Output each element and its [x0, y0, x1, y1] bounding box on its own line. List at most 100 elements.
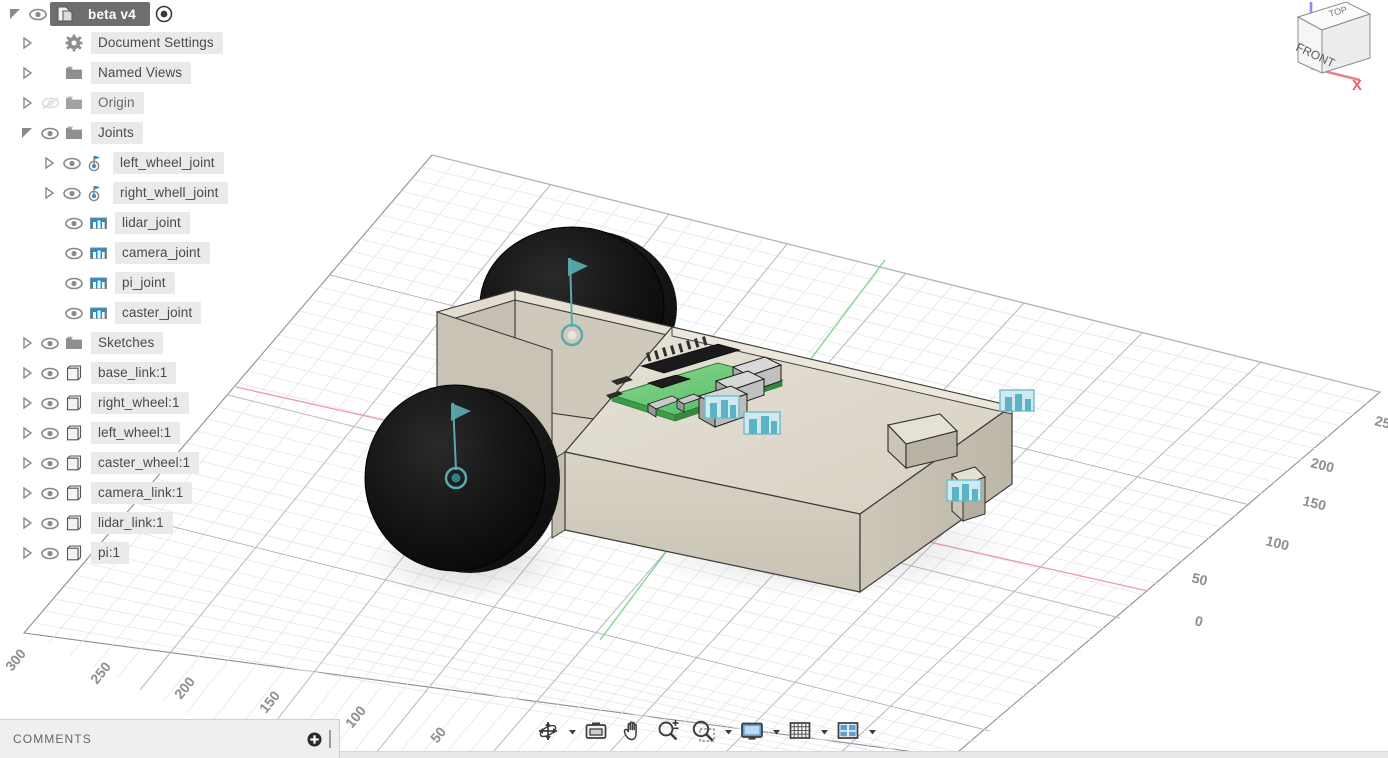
navigation-toolbar[interactable] — [530, 714, 878, 748]
tree-item-lidar-link[interactable]: lidar_link:1 — [0, 508, 300, 538]
chevron-right-icon[interactable] — [18, 514, 36, 532]
comments-bar[interactable]: COMMENTS — [0, 719, 340, 758]
tree-item-right-wheel-joint[interactable]: right_whell_joint — [0, 178, 300, 208]
grid-label-right-4: 50 — [1190, 569, 1209, 588]
comments-resize-handle[interactable] — [329, 730, 331, 748]
display-settings-dropdown-caret-icon[interactable] — [770, 716, 782, 746]
tree-item-label: lidar_link:1 — [91, 512, 173, 534]
tree-item-left-wheel-joint[interactable]: left_wheel_joint — [0, 148, 300, 178]
look-at-icon[interactable] — [578, 716, 614, 746]
orbit-icon[interactable] — [530, 716, 566, 746]
chevron-right-icon[interactable] — [18, 544, 36, 562]
tree-item-label: right_wheel:1 — [91, 392, 189, 414]
browser-tree-panel[interactable]: beta v4 Document Settings Named Views Or… — [0, 0, 300, 600]
component-icon — [62, 513, 86, 533]
chevron-right-icon[interactable] — [18, 454, 36, 472]
grid-icon[interactable] — [782, 716, 818, 746]
eye-icon[interactable] — [62, 214, 86, 232]
eye-icon[interactable] — [38, 514, 62, 532]
fusion360-window: 250 200 150 100 50 0 300 250 200 150 100… — [0, 0, 1388, 758]
tree-item-label: camera_joint — [115, 242, 210, 264]
tree-item-named-views[interactable]: Named Views — [0, 58, 300, 88]
chevron-right-icon[interactable] — [18, 364, 36, 382]
eye-icon[interactable] — [26, 5, 50, 23]
chevron-right-icon[interactable] — [18, 484, 36, 502]
expand-arrow-icon[interactable] — [6, 5, 24, 23]
grid-label-bottom-0: 300 — [2, 645, 29, 673]
chevron-right-icon[interactable] — [18, 94, 36, 112]
tree-item-base-link[interactable]: base_link:1 — [0, 358, 300, 388]
folder-icon — [62, 93, 86, 113]
grid-label-right-5: 0 — [1193, 612, 1205, 629]
eye-icon[interactable] — [62, 274, 86, 292]
tree-item-caster-wheel[interactable]: caster_wheel:1 — [0, 448, 300, 478]
eye-icon[interactable] — [60, 184, 84, 202]
eye-icon[interactable] — [38, 484, 62, 502]
orbit-dropdown-caret-icon[interactable] — [566, 716, 578, 746]
eye-icon[interactable] — [38, 454, 62, 472]
spacer-icon — [38, 34, 62, 52]
tree-item-lidar-joint[interactable]: lidar_joint — [0, 208, 300, 238]
pan-hand-icon[interactable] — [614, 716, 650, 746]
tree-item-left-wheel[interactable]: left_wheel:1 — [0, 418, 300, 448]
chevron-right-icon[interactable] — [18, 34, 36, 52]
tree-item-caster-joint[interactable]: caster_joint — [0, 298, 300, 328]
eye-icon[interactable] — [38, 544, 62, 562]
tree-item-sketches[interactable]: Sketches — [0, 328, 300, 358]
eye-icon[interactable] — [60, 154, 84, 172]
zoom-window-dropdown-caret-icon[interactable] — [722, 716, 734, 746]
eye-icon[interactable] — [38, 394, 62, 412]
tree-item-label: Joints — [91, 122, 143, 144]
chevron-right-icon[interactable] — [18, 64, 36, 82]
chevron-right-icon[interactable] — [40, 184, 58, 202]
zoom-window-icon[interactable] — [686, 716, 722, 746]
tree-item-label: pi_joint — [115, 272, 175, 294]
eye-icon[interactable] — [38, 124, 62, 142]
zoom-icon[interactable] — [650, 716, 686, 746]
chevron-right-icon[interactable] — [18, 394, 36, 412]
joint-marker-camera[interactable] — [946, 479, 982, 502]
grid-label-right-1: 200 — [1309, 454, 1336, 475]
folder-icon — [62, 63, 86, 83]
tree-item-pi[interactable]: pi:1 — [0, 538, 300, 568]
grid-label-bottom-3: 150 — [256, 687, 283, 715]
component-icon — [62, 393, 86, 413]
tree-item-joints[interactable]: Joints — [0, 118, 300, 148]
viewport-layout-icon[interactable] — [830, 716, 866, 746]
eye-hidden-icon[interactable] — [38, 94, 62, 112]
joint-marker-pi[interactable] — [704, 395, 740, 419]
rigid-joint-icon — [86, 303, 110, 323]
tree-item-pi-joint[interactable]: pi_joint — [0, 268, 300, 298]
tree-item-label: lidar_joint — [115, 212, 190, 234]
grid-label-right-2: 150 — [1301, 492, 1328, 513]
chevron-right-icon[interactable] — [18, 424, 36, 442]
eye-icon[interactable] — [38, 364, 62, 382]
eye-icon[interactable] — [38, 334, 62, 352]
chevron-right-icon[interactable] — [40, 154, 58, 172]
display-monitor-icon[interactable] — [734, 716, 770, 746]
joint-marker-lidar[interactable] — [999, 389, 1035, 412]
grid-label-right-0: 250 — [1373, 412, 1388, 433]
eye-icon[interactable] — [38, 424, 62, 442]
eye-icon[interactable] — [62, 244, 86, 262]
joint-marker-pi-secondary[interactable] — [743, 411, 781, 435]
chevron-right-icon[interactable] — [18, 334, 36, 352]
revolute-joint-icon — [84, 183, 108, 203]
expand-arrow-icon[interactable] — [18, 124, 36, 142]
view-cube[interactable]: TOP FRONT X — [1254, 0, 1382, 100]
tree-item-right-wheel[interactable]: right_wheel:1 — [0, 388, 300, 418]
tree-item-camera-link[interactable]: camera_link:1 — [0, 478, 300, 508]
tree-item-document-settings[interactable]: Document Settings — [0, 28, 300, 58]
root-document-badge[interactable]: beta v4 — [50, 2, 150, 26]
grid-label-bottom-2: 200 — [171, 673, 198, 701]
tree-item-camera-joint[interactable]: camera_joint — [0, 238, 300, 268]
plus-circle-icon[interactable] — [303, 728, 325, 750]
eye-icon[interactable] — [62, 304, 86, 322]
component-icon — [62, 363, 86, 383]
viewport-dropdown-caret-icon[interactable] — [866, 716, 878, 746]
tree-item-origin[interactable]: Origin — [0, 88, 300, 118]
rigid-joint-icon — [86, 243, 110, 263]
browser-root-row[interactable]: beta v4 — [0, 0, 300, 28]
active-component-icon[interactable] — [154, 4, 174, 24]
grid-dropdown-caret-icon[interactable] — [818, 716, 830, 746]
